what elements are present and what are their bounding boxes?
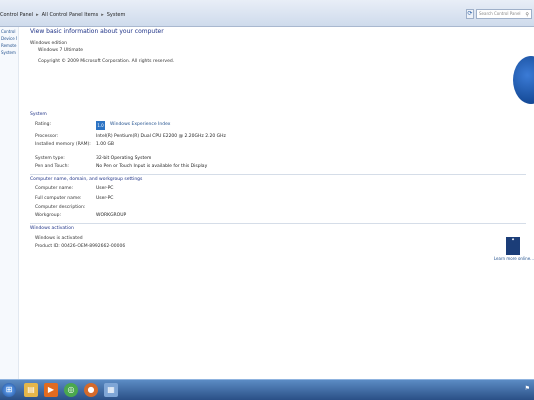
start-orb-icon[interactable]: ⊞: [2, 383, 16, 397]
flag-icon[interactable]: ⚑: [525, 385, 530, 392]
activation-header: Windows activation: [30, 226, 74, 231]
sidebar-item-protection[interactable]: System protection: [1, 50, 17, 55]
main-content: View basic information about your comput…: [30, 28, 534, 380]
breadcrumb-item[interactable]: All Control Panel Items: [42, 12, 99, 18]
edition-name: Windows 7 Ultimate: [38, 48, 84, 53]
pen-touch-label: Pen and Touch:: [35, 164, 69, 169]
workgroup-label: Workgroup:: [35, 213, 61, 218]
ram-value: 1.00 GB: [96, 142, 115, 147]
computer-header: Computer name, domain, and workgroup set…: [30, 177, 143, 182]
chrome-icon[interactable]: ◎: [64, 383, 78, 397]
sidebar-item-home[interactable]: Control Panel Home: [1, 29, 17, 34]
windows-logo-icon: [513, 56, 534, 104]
control-panel-icon[interactable]: ▦: [104, 383, 118, 397]
processor-value: Intel(R) Pentium(R) Dual CPU E2200 @ 2.2…: [96, 134, 226, 139]
copyright-text: Copyright © 2009 Microsoft Corporation. …: [38, 59, 175, 64]
rating-label: Rating:: [35, 122, 52, 127]
chevron-right-icon: ▸: [36, 11, 39, 18]
divider: [30, 223, 526, 224]
breadcrumb-item[interactable]: Control Panel: [0, 12, 33, 18]
description-label: Computer description:: [35, 205, 86, 210]
breadcrumb-item[interactable]: System: [107, 12, 126, 18]
computer-name-value: User-PC: [96, 186, 114, 191]
system-type-value: 32-bit Operating System: [96, 156, 152, 161]
edition-header: Windows edition: [30, 41, 68, 46]
chevron-right-icon: ▸: [101, 11, 104, 18]
folder-icon[interactable]: ▤: [24, 383, 38, 397]
ram-label: Installed memory (RAM):: [35, 142, 91, 147]
product-id: Product ID: 00426-OEM-8992662-00006: [35, 244, 126, 249]
activation-status: Windows is activated: [35, 236, 83, 241]
refresh-button[interactable]: ⟳: [466, 9, 474, 19]
taskbar: ⊞ ▤ ▶ ◎ ● ▦ ⚑: [0, 379, 534, 400]
pen-touch-value: No Pen or Touch Input is available for t…: [96, 164, 208, 169]
sidebar-item-remote[interactable]: Remote settings: [1, 43, 17, 48]
page-title: View basic information about your comput…: [30, 28, 164, 35]
search-icon: ⚲: [525, 12, 529, 18]
system-header: System: [30, 112, 47, 117]
divider: [30, 174, 526, 175]
workgroup-value: WORKGROUP: [96, 213, 127, 218]
sidebar: Control Panel Home Device Manager Remote…: [0, 27, 19, 380]
firefox-icon[interactable]: ●: [84, 383, 98, 397]
full-name-label: Full computer name:: [35, 196, 82, 201]
sidebar-item-device-manager[interactable]: Device Manager: [1, 36, 17, 41]
search-placeholder: Search Control Panel: [479, 11, 521, 16]
computer-name-label: Computer name:: [35, 186, 74, 191]
breadcrumb[interactable]: Control Panel ▸ All Control Panel Items …: [0, 9, 474, 20]
genuine-link[interactable]: Learn more online...: [494, 256, 534, 261]
rating-link[interactable]: Windows Experience Index: [110, 122, 170, 127]
search-input[interactable]: Search Control Panel ⚲: [476, 9, 532, 19]
wei-score-icon: 1.0: [96, 121, 105, 130]
full-name-value: User-PC: [96, 196, 114, 201]
address-bar: Control Panel ▸ All Control Panel Items …: [0, 0, 534, 27]
genuine-badge-icon: ◆: [506, 237, 520, 255]
media-player-icon[interactable]: ▶: [44, 383, 58, 397]
processor-label: Processor:: [35, 134, 59, 139]
system-type-label: System type:: [35, 156, 65, 161]
